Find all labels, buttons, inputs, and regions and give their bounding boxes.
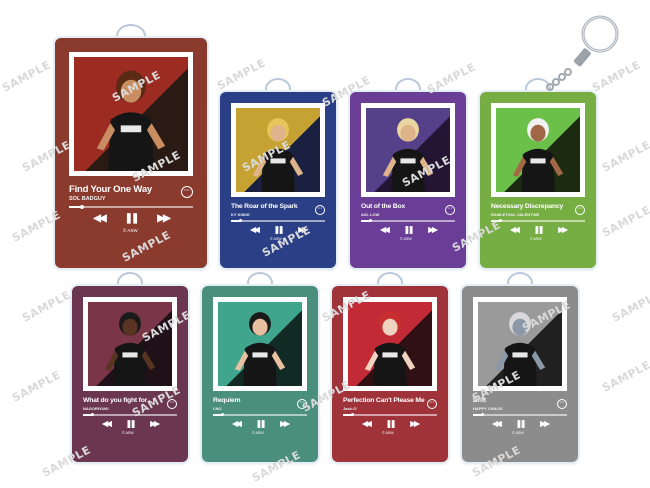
watermark-text: SAMPLE [600,138,650,175]
previous-track-button[interactable]: ◀◀ [226,420,246,428]
music-player-card: Find Your One Way SOL BADGUY ··· ◀◀ ❚❚ ▶▶ © AS… [55,38,207,268]
copyright-text: © ASW [122,431,134,435]
previous-track-button[interactable]: ◀◀ [374,226,394,234]
progress-bar[interactable] [213,413,307,417]
character-artwork [348,302,432,386]
music-player-card: Perfection Can't Please Me Jack-O' ··· ◀◀ ❚❚… [332,286,448,462]
more-options-icon[interactable]: ··· [315,205,325,215]
previous-track-button[interactable]: ◀◀ [244,226,264,234]
progress-knob[interactable] [481,413,485,417]
artist-name: I-NO [213,406,222,411]
artist-name: AXL LOW [361,212,380,217]
pause-button[interactable]: ❚❚ [528,226,548,234]
copyright-text: © ASW [382,431,394,435]
song-title: Perfection Can't Please Me [343,397,425,404]
pause-button[interactable]: ❚❚ [380,420,400,428]
copyright-text: © ASW [512,431,524,435]
artist-name: KY KISKE [231,212,250,217]
music-player-card: What do you fight for NAGORIYUKI ··· ◀◀ ❚❚ ▶▶… [72,286,188,462]
next-track-button[interactable]: ▶▶ [552,226,572,234]
watermark-text: SAMPLE [20,288,73,325]
album-art-frame [491,103,585,197]
watermark-text: SAMPLE [10,368,63,405]
progress-knob[interactable] [221,413,225,417]
acrylic-keychain-6: Requiem I-NO ··· ◀◀ ❚❚ ▶▶ © ASW [202,272,318,462]
previous-track-button[interactable]: ◀◀ [89,214,109,224]
next-track-button[interactable]: ▶▶ [144,420,164,428]
more-options-icon[interactable]: ··· [181,186,193,198]
album-art-frame [83,297,177,391]
artist-name: Jack-O' [343,406,358,411]
progress-knob[interactable] [239,219,243,223]
music-player-card: Requiem I-NO ··· ◀◀ ❚❚ ▶▶ © ASW [202,286,318,462]
progress-knob[interactable] [369,219,373,223]
more-options-icon[interactable]: ··· [427,399,437,409]
artist-name: NAGORIYUKI [83,406,109,411]
artist-name: RAMLETHAL VALENTINE [491,212,540,217]
song-title: Find Your One Way [69,184,152,195]
next-track-button[interactable]: ▶▶ [274,420,294,428]
next-track-button[interactable]: ▶▶ [534,420,554,428]
character-figure-icon [104,312,156,386]
watermark-text: SAMPLE [600,203,650,240]
next-track-button[interactable]: ▶▶ [153,214,173,224]
copyright-text: © ASW [123,228,138,233]
song-title: Out of the Box [361,203,406,210]
progress-bar[interactable] [231,219,325,223]
previous-track-button[interactable]: ◀◀ [356,420,376,428]
character-artwork [218,302,302,386]
song-title: Necessary Discrepancy [491,203,564,210]
more-options-icon[interactable]: ··· [445,205,455,215]
more-options-icon[interactable]: ··· [575,205,585,215]
keyring-hook-icon [546,15,619,91]
progress-bar[interactable] [473,413,567,417]
previous-track-button[interactable]: ◀◀ [486,420,506,428]
pause-button[interactable]: ❚❚ [398,226,418,234]
pause-button[interactable]: ❚❚ [121,214,141,224]
pause-button[interactable]: ❚❚ [120,420,140,428]
progress-bar[interactable] [69,204,193,209]
watermark-text: SAMPLE [610,288,650,325]
copyright-text: © ASW [530,237,542,241]
progress-bar[interactable] [361,219,455,223]
artist-name: SOL BADGUY [69,196,106,202]
progress-knob[interactable] [80,204,85,209]
pause-button[interactable]: ❚❚ [250,420,270,428]
character-figure-icon [364,312,416,386]
progress-knob[interactable] [91,413,95,417]
song-title: Requiem [213,397,241,404]
copyright-text: © ASW [400,237,412,241]
character-figure-icon [234,312,286,386]
progress-bar[interactable] [343,413,437,417]
pause-button[interactable]: ❚❚ [268,226,288,234]
acrylic-keychain-5: What do you fight for NAGORIYUKI ··· ◀◀ ❚❚ ▶▶… [72,272,188,462]
character-artwork [88,302,172,386]
previous-track-button[interactable]: ◀◀ [504,226,524,234]
watermark-text: SAMPLE [600,358,650,395]
song-title: The Roar of the Spark [231,203,298,210]
album-art-frame [213,297,307,391]
character-artwork [496,108,580,192]
previous-track-button[interactable]: ◀◀ [96,420,116,428]
progress-knob[interactable] [499,219,503,223]
progress-bar[interactable] [83,413,177,417]
progress-knob[interactable] [351,413,355,417]
character-figure-icon [512,118,564,192]
acrylic-keychain-4: Necessary Discrepancy RAMLETHAL VALENTINE… [480,78,596,268]
pause-button[interactable]: ❚❚ [510,420,530,428]
watermark-text: SAMPLE [0,58,53,95]
copyright-text: © ASW [252,431,264,435]
next-track-button[interactable]: ▶▶ [422,226,442,234]
more-options-icon[interactable]: ··· [557,399,567,409]
acrylic-keychain-1: Find Your One Way SOL BADGUY ··· ◀◀ ❚❚ ▶▶ © AS… [55,24,207,268]
album-art-frame [343,297,437,391]
next-track-button[interactable]: ▶▶ [404,420,424,428]
music-player-card: Necessary Discrepancy RAMLETHAL VALENTINE… [480,92,596,268]
artist-name: HAPPY CHAOS [473,406,503,411]
progress-bar[interactable] [491,219,585,223]
